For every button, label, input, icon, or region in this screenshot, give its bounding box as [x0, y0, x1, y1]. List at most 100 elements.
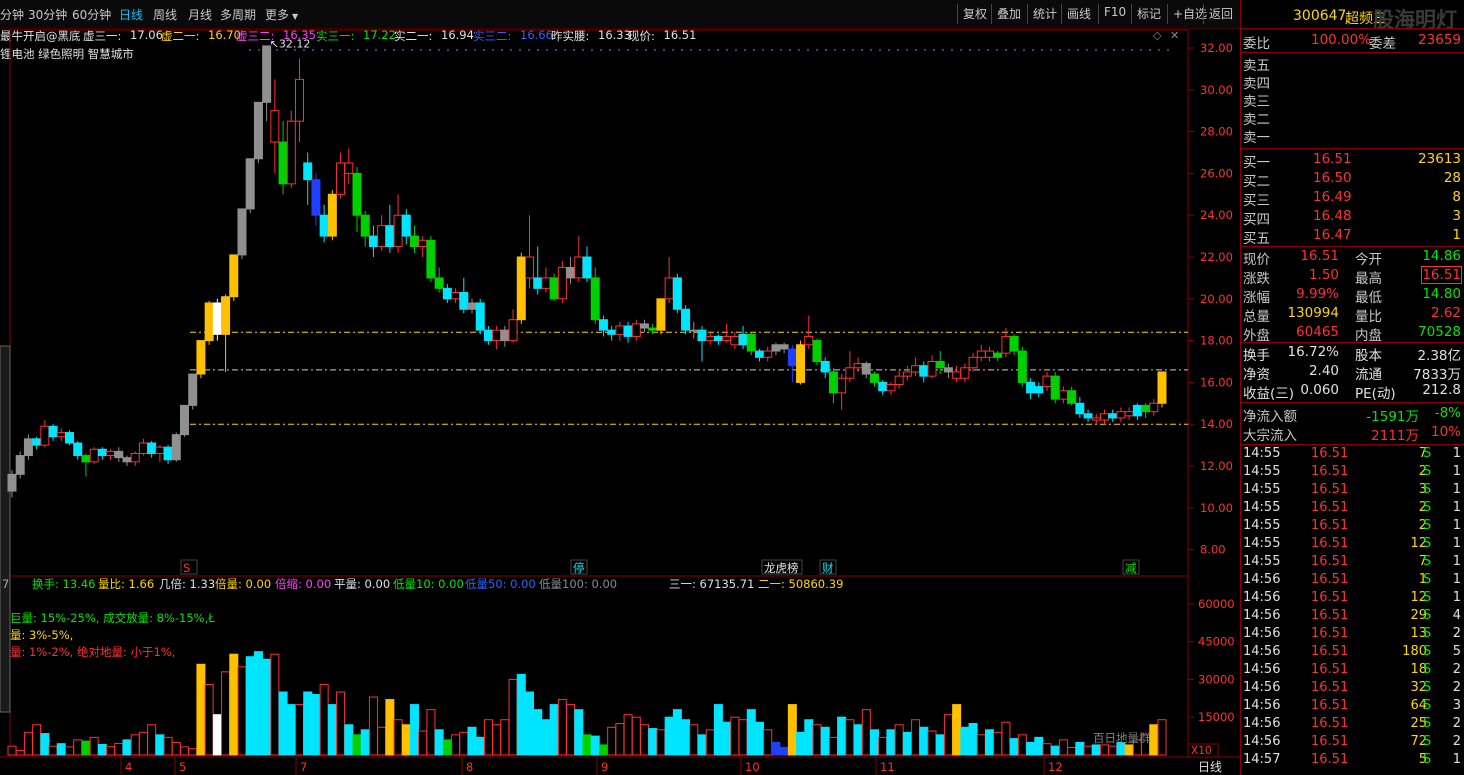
candle	[114, 447, 124, 462]
quote-stat-row: 现价 16.51 今开 14.86	[1243, 248, 1461, 268]
candle	[171, 432, 181, 462]
quote-panel: 300647 超频三 股海明灯 委比 100.00% 委差 23659 卖五 卖四…	[1240, 0, 1464, 775]
volume-bar	[278, 691, 288, 756]
bid-volume: 23613	[1418, 151, 1461, 167]
volume-bar	[7, 745, 17, 756]
volume-bar	[48, 745, 58, 756]
volume-bar	[787, 704, 797, 756]
price-tick-label: 30.00	[1200, 83, 1233, 97]
candle	[648, 323, 658, 335]
volume-info-item: 倍缩: 0.00	[275, 577, 331, 591]
volume-bar	[681, 719, 691, 756]
candle	[1157, 371, 1167, 408]
tick-row: 14:56 16.51 72 S 2	[1243, 734, 1461, 749]
kline-chart[interactable]: 32.00 30.00 28.00 26.00 24.00 22.00 20.00 18.00…	[0, 0, 1240, 775]
volume-bar	[1091, 744, 1101, 756]
quote-stat-row: 总量 130994 量比 2.62	[1243, 305, 1461, 325]
candle	[286, 110, 296, 189]
weicha-value: 23659	[1418, 32, 1461, 48]
quote-stat-row: 外盘 60465 内盘 70528	[1243, 324, 1461, 344]
candle	[180, 404, 189, 437]
tick-row: 14:55 16.51 7 S 1	[1243, 446, 1461, 461]
stock-code: 300647	[1293, 8, 1347, 24]
candle	[221, 294, 231, 372]
volume-bar	[410, 704, 419, 756]
volume-bar	[738, 719, 748, 756]
volume-bar	[861, 709, 871, 756]
candle	[689, 321, 699, 339]
candle	[385, 204, 395, 253]
candle	[106, 449, 116, 460]
candle	[1042, 371, 1052, 391]
volume-bar	[607, 726, 617, 756]
candle	[919, 361, 929, 383]
volume-bar	[796, 731, 806, 756]
volume-bar	[196, 663, 206, 756]
volume-bar	[253, 651, 263, 756]
tick-row: 14:55 16.51 7 S 1	[1243, 554, 1461, 569]
volume-bar	[500, 719, 510, 756]
bid-row: 买二 16.50 28	[1243, 170, 1461, 190]
volume-bar	[590, 735, 600, 756]
volume-tick-label: 30000	[1198, 672, 1235, 686]
candle	[656, 298, 666, 335]
price-tick-label: 32.00	[1200, 41, 1233, 55]
volume-bar	[40, 733, 50, 756]
volume-bar	[401, 724, 411, 756]
volume-bar	[245, 656, 255, 756]
volume-bar	[640, 724, 649, 756]
candle	[738, 325, 748, 349]
stock-header: 300647 超频三 股海明灯	[1241, 8, 1464, 32]
candle	[492, 325, 502, 349]
volume-bar	[820, 726, 830, 756]
tick-row: 14:55 16.51 12 S 1	[1243, 536, 1461, 551]
volume-bar	[902, 731, 912, 756]
volume-bar	[697, 734, 707, 756]
candle	[837, 374, 847, 410]
volume-bar	[434, 729, 444, 756]
candle	[32, 436, 42, 450]
event-marker: 减	[1125, 561, 1137, 575]
candle	[352, 167, 362, 232]
candle	[459, 277, 469, 314]
candle	[245, 158, 255, 214]
volume-bar	[188, 748, 198, 756]
candle	[878, 380, 888, 395]
volume-bar	[968, 723, 978, 756]
volume-bar	[97, 743, 107, 756]
candle	[976, 344, 986, 362]
ask-row: 卖二	[1243, 112, 1270, 128]
candle	[1050, 371, 1060, 404]
volume-bar	[755, 721, 764, 756]
price-tick-label: 10.00	[1200, 501, 1233, 515]
price-tick-label: 28.00	[1200, 125, 1233, 139]
weibi-row: 委比 100.00% 委差 23659	[1243, 32, 1461, 52]
candle	[763, 346, 773, 362]
candle	[48, 424, 58, 441]
candle	[1149, 399, 1159, 416]
volume-bar	[631, 716, 641, 756]
volume-bar	[1100, 744, 1109, 756]
ask-row: 卖五	[1243, 58, 1270, 74]
volume-bar	[508, 678, 518, 756]
quote-stat-row-2: 换手 16.72% 股本 2.38亿	[1243, 344, 1461, 364]
volume-bar	[566, 704, 576, 756]
volume-bar	[935, 734, 945, 756]
volume-bar	[352, 734, 362, 756]
tick-row: 14:56 16.51 18 S 2	[1243, 662, 1461, 677]
candle	[483, 325, 493, 345]
volume-bar	[286, 704, 296, 756]
price-tick-label: 12.00	[1200, 459, 1233, 473]
volume-bar	[525, 691, 534, 756]
candle	[327, 190, 337, 241]
candle	[1116, 407, 1126, 423]
volume-bar	[1058, 739, 1068, 756]
weibi-value: 100.00%	[1311, 32, 1372, 48]
volume-bar	[1108, 745, 1118, 756]
volume-bar	[81, 740, 91, 756]
quote-stat-row-2: 收益(三) 0.060 PE(动) 212.8	[1243, 382, 1461, 402]
candle	[262, 45, 272, 122]
volume-bar	[377, 726, 387, 756]
candle	[15, 451, 25, 479]
candle	[713, 334, 723, 345]
